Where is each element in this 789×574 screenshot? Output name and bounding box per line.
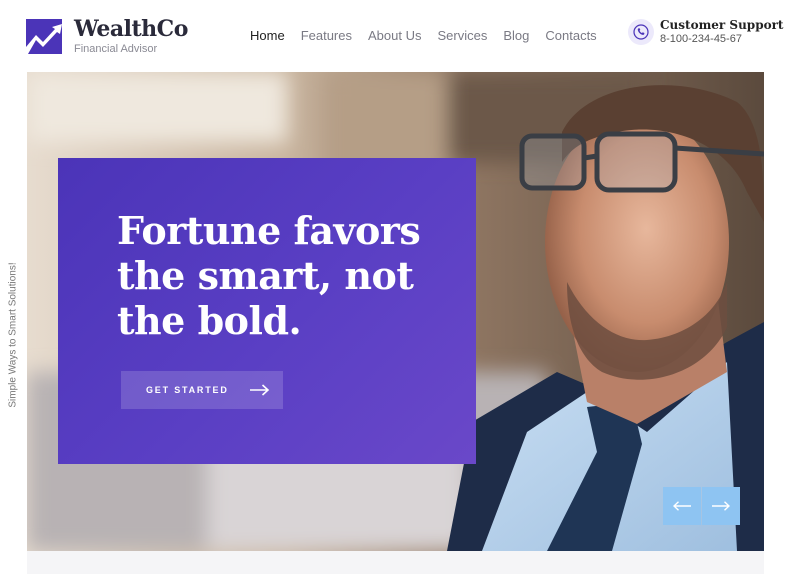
hero-headline: Fortune favors the smart, not the bold. — [117, 208, 421, 343]
phone-icon — [628, 19, 654, 45]
logo[interactable]: WealthCo Financial Advisor — [26, 16, 188, 56]
support-phone[interactable]: 8-100-234-45-67 — [660, 33, 783, 46]
customer-support[interactable]: Customer Support 8-100-234-45-67 — [628, 18, 783, 46]
hero-card: Fortune favors the smart, not the bold. … — [58, 158, 476, 464]
hero-slider: Fortune favors the smart, not the bold. … — [27, 72, 764, 551]
nav-services[interactable]: Services — [437, 27, 487, 45]
nav-blog[interactable]: Blog — [503, 27, 529, 45]
arrow-right-icon — [712, 501, 730, 511]
main-nav: Home Features About Us Services Blog Con… — [242, 27, 605, 45]
brand-tagline: Financial Advisor — [74, 43, 158, 55]
slider-controls — [663, 487, 741, 525]
slider-prev-button[interactable] — [663, 487, 701, 525]
logo-chart-icon — [26, 19, 62, 54]
brand-name: WealthCo — [74, 16, 188, 42]
arrow-left-icon — [673, 501, 691, 511]
nav-contacts[interactable]: Contacts — [545, 27, 596, 45]
support-title: Customer Support — [660, 18, 784, 32]
side-vertical-text: Simple Ways to Smart Solutions! — [7, 262, 19, 408]
arrow-right-icon — [249, 384, 269, 396]
nav-features[interactable]: Features — [301, 27, 352, 45]
get-started-button[interactable]: GET STARTED — [121, 371, 283, 409]
get-started-label: GET STARTED — [146, 385, 229, 395]
site-header: WealthCo Financial Advisor Home Features… — [0, 0, 789, 72]
nav-home[interactable]: Home — [250, 27, 285, 45]
section-below-hero — [27, 551, 764, 574]
nav-about-us[interactable]: About Us — [368, 27, 421, 45]
slider-next-button[interactable] — [702, 487, 740, 525]
